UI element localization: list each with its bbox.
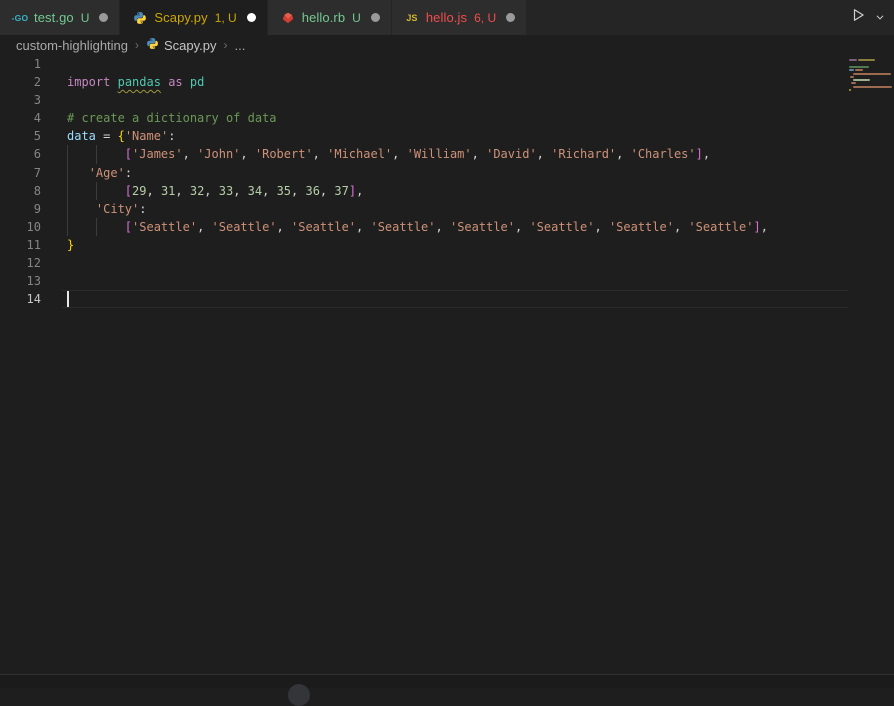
line-number: 1 (0, 55, 41, 73)
tab-hello.js[interactable]: JS hello.js 6, U (392, 0, 526, 35)
tab-bar: -GO test.go U Scapy.py 1, U hello.rb U JS hello.… (0, 0, 894, 35)
tab-label: Scapy.py (154, 10, 207, 25)
js-icon: JS (406, 13, 417, 23)
line-number: 4 (0, 109, 41, 127)
editor-actions (847, 0, 888, 35)
text-cursor (67, 291, 69, 307)
code-text: 'City': (67, 200, 147, 218)
python-icon (146, 37, 159, 53)
code-text: import pandas as pd (67, 73, 204, 91)
code-line-13[interactable]: 13 (0, 272, 894, 290)
line-number: 10 (0, 218, 41, 236)
dirty-dot-icon[interactable] (371, 13, 380, 22)
tab-git-badge: U (81, 11, 90, 25)
breadcrumb-separator: › (135, 38, 139, 52)
line-number: 8 (0, 182, 41, 200)
tab-hello.rb[interactable]: hello.rb U (268, 0, 391, 35)
panel-widget-bump (288, 684, 310, 706)
line-number: 2 (0, 73, 41, 91)
code-text: # create a dictionary of data (67, 109, 277, 127)
line-number: 3 (0, 91, 41, 109)
code-line-10[interactable]: 10 ['Seattle', 'Seattle', 'Seattle', 'Se… (0, 218, 894, 236)
code-text: [29, 31, 32, 33, 34, 35, 36, 37], (67, 182, 363, 200)
tab-test.go[interactable]: -GO test.go U (0, 0, 119, 35)
tab-label: hello.rb (302, 10, 345, 25)
tab-git-badge: 1, U (215, 11, 237, 25)
breadcrumb-more[interactable]: ... (235, 38, 246, 53)
code-line-11[interactable]: 11} (0, 236, 894, 254)
line-number: 14 (0, 290, 41, 308)
code-line-3[interactable]: 3 (0, 91, 894, 109)
current-line-highlight (62, 290, 848, 308)
line-number: 5 (0, 127, 41, 145)
chevron-down-icon (875, 9, 885, 27)
code-line-7[interactable]: 7 'Age': (0, 164, 894, 182)
line-number: 7 (0, 164, 41, 182)
line-number: 11 (0, 236, 41, 254)
ruby-icon (281, 11, 295, 25)
code-line-4[interactable]: 4 # create a dictionary of data (0, 109, 894, 127)
code-text: } (67, 236, 74, 254)
dirty-dot-icon[interactable] (247, 13, 256, 22)
python-icon (146, 37, 159, 50)
code-line-8[interactable]: 8 [29, 31, 32, 33, 34, 35, 36, 37], (0, 182, 894, 200)
code-line-12[interactable]: 12 (0, 254, 894, 272)
breadcrumb-folder[interactable]: custom-highlighting (16, 38, 128, 53)
code-line-1[interactable]: 1 (0, 55, 894, 73)
run-button[interactable] (847, 4, 869, 31)
python-icon (133, 11, 147, 25)
breadcrumb: custom-highlighting › Scapy.py › ... (0, 35, 894, 55)
go-icon: -GO (12, 13, 29, 23)
line-number: 6 (0, 145, 41, 163)
code-line-14[interactable]: 14 (0, 290, 894, 308)
tab-label: hello.js (426, 10, 467, 25)
code-text: data = {'Name': (67, 127, 175, 145)
code-line-9[interactable]: 9 'City': (0, 200, 894, 218)
line-number: 9 (0, 200, 41, 218)
vscode-window: { "tabs": [ {"label":"test.go","icon":"g… (0, 0, 894, 688)
code-text: ['Seattle', 'Seattle', 'Seattle', 'Seatt… (67, 218, 768, 236)
breadcrumb-file[interactable]: Scapy.py (146, 37, 217, 53)
code-text: ['James', 'John', 'Robert', 'Michael', '… (67, 145, 710, 163)
play-outline-icon (850, 7, 866, 28)
code-line-5[interactable]: 5 data = {'Name': (0, 127, 894, 145)
bottom-panel (0, 675, 894, 688)
dirty-dot-icon[interactable] (99, 13, 108, 22)
run-dropdown-button[interactable] (872, 6, 888, 30)
dirty-dot-icon[interactable] (506, 13, 515, 22)
code-line-2[interactable]: 2 import pandas as pd (0, 73, 894, 91)
tab-label: test.go (34, 10, 74, 25)
tab-Scapy.py[interactable]: Scapy.py 1, U (120, 0, 266, 35)
code-line-6[interactable]: 6 ['James', 'John', 'Robert', 'Michael',… (0, 145, 894, 163)
code-text: 'Age': (67, 164, 132, 182)
line-number: 13 (0, 272, 41, 290)
line-number: 12 (0, 254, 41, 272)
breadcrumb-separator: › (224, 38, 228, 52)
tab-git-badge: 6, U (474, 11, 496, 25)
code-editor[interactable]: 12 import pandas as pd 34 # create a dictio… (0, 55, 894, 674)
tab-git-badge: U (352, 11, 361, 25)
